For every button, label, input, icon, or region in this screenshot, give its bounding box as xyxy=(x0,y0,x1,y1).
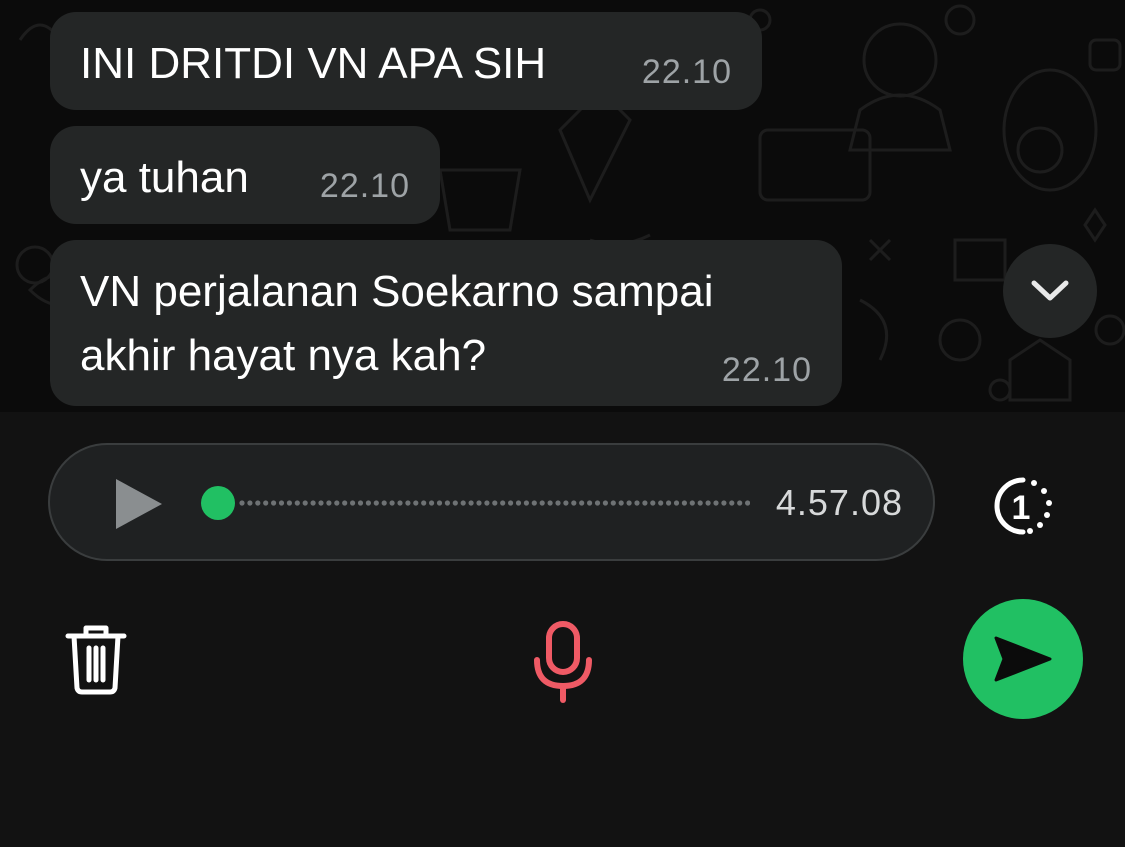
waveform-dot xyxy=(357,500,364,506)
message-timestamp: 22.10 xyxy=(641,53,732,91)
waveform-dot xyxy=(397,500,403,506)
waveform-dot xyxy=(689,500,695,506)
send-icon xyxy=(994,636,1052,682)
waveform-dot xyxy=(673,500,680,506)
waveform-dot xyxy=(555,500,561,506)
waveform-dot xyxy=(373,500,379,506)
message-text: INI DRITDI VN APA SIH xyxy=(80,39,547,88)
message-bubble[interactable]: ya tuhan 22.10 xyxy=(50,126,440,224)
message-text: ya tuhan xyxy=(80,153,249,202)
waveform-dot xyxy=(515,500,522,506)
waveform-dot xyxy=(610,500,616,506)
waveform-dot xyxy=(460,500,466,506)
waveform-dot xyxy=(705,500,711,506)
waveform-dot xyxy=(579,500,585,506)
message-timestamp: 22.10 xyxy=(721,351,812,389)
waveform-dot xyxy=(602,500,608,506)
waveform-dot xyxy=(302,500,308,506)
waveform-dot xyxy=(508,500,514,506)
send-button[interactable] xyxy=(963,599,1083,719)
waveform-dot xyxy=(326,500,332,506)
waveform-dot xyxy=(587,500,593,506)
waveform-dot xyxy=(642,500,648,506)
waveform-dot xyxy=(255,500,261,506)
waveform-dot xyxy=(342,500,348,506)
waveform-dot xyxy=(468,500,474,506)
waveform-dot xyxy=(539,500,545,506)
waveform-dot xyxy=(286,500,292,506)
scroll-to-bottom-button[interactable] xyxy=(1003,244,1097,338)
waveform-dot xyxy=(381,500,387,506)
waveform-dot xyxy=(563,500,569,506)
voice-note-preview: 4.57.08 xyxy=(48,443,935,561)
waveform-dot xyxy=(658,500,664,506)
waveform-dot xyxy=(294,500,300,506)
waveform-dot xyxy=(413,500,419,506)
waveform-dot xyxy=(271,500,277,506)
waveform-dot xyxy=(492,500,498,506)
message-bubble[interactable]: VN perjalanan Soekarno sampai akhir haya… xyxy=(50,240,842,406)
waveform-dot xyxy=(436,500,443,506)
waveform-dot xyxy=(484,500,490,506)
chat-message-list[interactable]: INI DRITDI VN APA SIH 22.10 ya tuhan 22.… xyxy=(0,0,1125,412)
waveform-dot xyxy=(421,500,427,506)
waveform-dot xyxy=(444,500,450,506)
view-once-icon[interactable]: 1 xyxy=(991,474,1055,538)
play-icon[interactable] xyxy=(110,475,168,533)
waveform-dot xyxy=(500,500,506,506)
waveform-dot xyxy=(713,500,719,506)
waveform-dot xyxy=(278,500,285,506)
microphone-icon[interactable] xyxy=(531,620,595,704)
waveform-dot xyxy=(429,500,435,506)
waveform-dot xyxy=(239,500,245,506)
waveform-dot xyxy=(650,500,656,506)
waveform-dot xyxy=(405,500,411,506)
waveform-dot xyxy=(681,500,687,506)
waveform-dot xyxy=(452,500,458,506)
waveform-dot xyxy=(531,500,537,506)
waveform-dot xyxy=(365,500,371,506)
waveform-dot xyxy=(523,500,529,506)
waveform-dot xyxy=(350,500,356,506)
chevron-down-icon xyxy=(1031,280,1069,301)
waveform-dot xyxy=(729,500,735,506)
waveform-dot xyxy=(721,500,727,506)
progress-thumb[interactable] xyxy=(201,486,235,520)
waveform-dot xyxy=(697,500,703,506)
waveform-dot xyxy=(318,500,324,506)
waveform-dot xyxy=(571,500,577,506)
waveform-dot xyxy=(745,500,750,506)
waveform-dot xyxy=(594,500,601,506)
waveform-dot xyxy=(389,500,395,506)
message-text: VN perjalanan Soekarno sampai akhir haya… xyxy=(80,267,714,380)
waveform-dot xyxy=(334,500,340,506)
message-timestamp: 22.10 xyxy=(319,167,410,205)
waveform-dot xyxy=(310,500,316,506)
view-once-label: 1 xyxy=(1012,489,1031,527)
waveform-dot xyxy=(737,500,743,506)
voice-note-progress[interactable] xyxy=(200,485,750,521)
waveform-dot xyxy=(626,500,632,506)
waveform-dot xyxy=(666,500,672,506)
waveform-dot xyxy=(547,500,553,506)
voice-note-duration: 4.57.08 xyxy=(775,482,903,523)
trash-icon[interactable] xyxy=(64,622,128,696)
chat-screen: INI DRITDI VN APA SIH 22.10 ya tuhan 22.… xyxy=(0,0,1125,847)
waveform-dot xyxy=(618,500,624,506)
waveform-dot xyxy=(247,500,253,506)
waveform-dot xyxy=(476,500,482,506)
waveform-dot xyxy=(263,500,269,506)
waveform-dot xyxy=(634,500,640,506)
message-bubble[interactable]: INI DRITDI VN APA SIH 22.10 xyxy=(50,12,762,110)
